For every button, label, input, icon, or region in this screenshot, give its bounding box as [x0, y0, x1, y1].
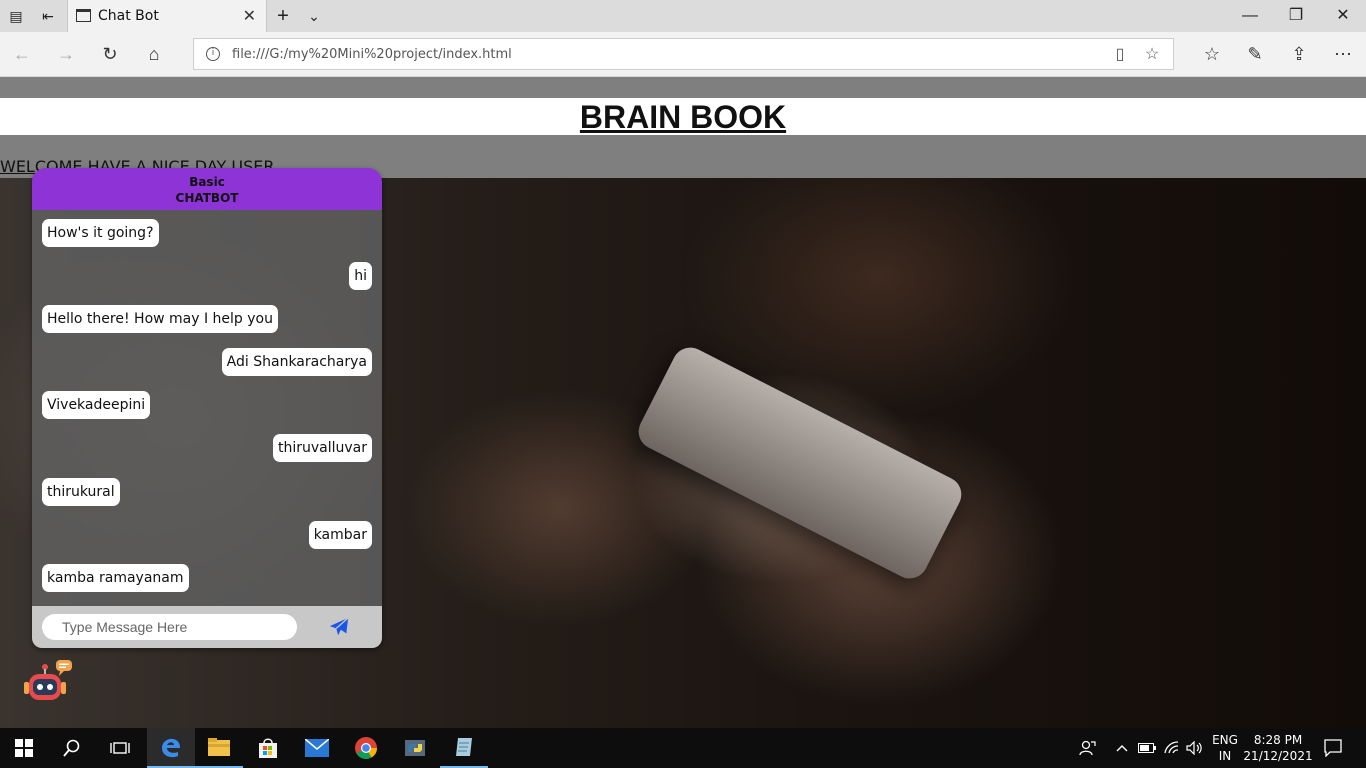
notes-pen-icon[interactable]: ✎ — [1243, 42, 1267, 66]
set-tabs-aside-icon[interactable]: ⇤ — [40, 8, 56, 24]
reading-view-icon[interactable]: ▯ — [1110, 45, 1130, 65]
chevron-down-icon[interactable]: ⌄ — [306, 8, 322, 24]
mail-icon[interactable] — [293, 728, 341, 768]
forward-icon[interactable]: → — [54, 42, 78, 66]
favorites-icon[interactable]: ☆ — [1200, 42, 1224, 66]
page-icon — [76, 9, 91, 22]
send-icon[interactable] — [328, 616, 350, 638]
language-indicator[interactable]: ENG IN — [1208, 728, 1242, 768]
page-title: BRAIN BOOK — [579, 99, 787, 135]
chat-messages[interactable]: How's it going? hi Hello there! How may … — [32, 210, 382, 606]
robot-icon[interactable] — [22, 657, 74, 705]
address-text[interactable]: file:///G:/my%20Mini%20project/index.htm… — [232, 47, 512, 62]
info-icon[interactable]: i — [206, 47, 220, 61]
bot-message: kamba ramayanam — [42, 564, 189, 592]
people-icon[interactable] — [1076, 728, 1100, 768]
user-message: kambar — [308, 521, 372, 549]
phone-in-hands-image — [632, 341, 968, 585]
home-icon[interactable]: ⌂ — [142, 42, 166, 66]
restore-button[interactable]: ❐ — [1273, 4, 1319, 28]
chevron-up-icon[interactable] — [1112, 728, 1132, 768]
battery-icon[interactable] — [1137, 728, 1157, 768]
clock[interactable]: 8:28 PM 21/12/2021 — [1243, 728, 1313, 768]
clock-time: 8:28 PM — [1253, 733, 1303, 747]
task-view-icon[interactable] — [96, 728, 144, 768]
edge-browser-icon[interactable] — [147, 728, 195, 768]
chatbot-header: Basic CHATBOT — [32, 168, 382, 210]
title-banner: BRAIN BOOK — [0, 98, 1366, 135]
more-icon[interactable]: ⋯ — [1331, 42, 1355, 66]
web-page: BRAIN BOOK WELCOME HAVE A NICE DAY USER … — [0, 77, 1366, 728]
address-bar[interactable]: i file:///G:/my%20Mini%20project/index.h… — [193, 38, 1174, 70]
bot-message: How's it going? — [42, 219, 159, 247]
user-message: thiruvalluvar — [272, 434, 372, 462]
chat-input-bar — [32, 606, 382, 648]
close-window-button[interactable]: ✕ — [1320, 4, 1366, 28]
share-icon[interactable]: ⇪ — [1287, 42, 1311, 66]
chrome-icon[interactable] — [342, 728, 390, 768]
store-icon[interactable] — [244, 728, 292, 768]
volume-icon[interactable] — [1184, 728, 1206, 768]
language-code: ENG — [1212, 733, 1238, 747]
file-explorer-icon[interactable] — [195, 728, 243, 768]
wifi-icon[interactable] — [1162, 728, 1182, 768]
refresh-icon[interactable]: ↻ — [98, 42, 122, 66]
tab-bar: ▤ ⇤ Chat Bot ✕ + ⌄ — ❐ ✕ — [0, 0, 1366, 32]
search-icon[interactable] — [48, 728, 96, 768]
chatbot-header-line1: Basic — [189, 175, 225, 189]
message-input[interactable] — [42, 614, 297, 640]
chatbot-header-line2: CHATBOT — [175, 191, 239, 205]
python-icon[interactable] — [391, 728, 439, 768]
taskbar: ENG IN 8:28 PM 21/12/2021 — [0, 728, 1366, 768]
user-message: hi — [349, 262, 372, 290]
minimize-button[interactable]: — — [1227, 4, 1273, 28]
new-tab-icon[interactable]: + — [275, 6, 291, 26]
navigation-bar: ← → ↻ ⌂ i file:///G:/my%20Mini%20project… — [0, 32, 1366, 77]
close-tab-icon[interactable]: ✕ — [243, 6, 256, 26]
bot-message: Vivekadeepini — [42, 391, 151, 419]
region-code: IN — [1218, 749, 1232, 763]
clock-date: 21/12/2021 — [1243, 749, 1313, 763]
user-message: Adi Shankaracharya — [221, 348, 372, 376]
chatbot-window: Basic CHATBOT How's it going? hi Hello t… — [32, 168, 382, 648]
windows-start-icon[interactable] — [0, 728, 48, 768]
favorite-star-icon[interactable]: ☆ — [1142, 45, 1162, 65]
notifications-icon[interactable] — [1318, 728, 1348, 768]
browser-tab[interactable]: Chat Bot ✕ — [67, 0, 267, 32]
bot-message: thirukural — [42, 478, 120, 506]
tab-title: Chat Bot — [98, 8, 159, 24]
notepad-icon[interactable] — [440, 728, 488, 768]
bot-message: Hello there! How may I help you — [42, 305, 278, 333]
tab-actions-icon[interactable]: ▤ — [8, 8, 24, 24]
back-icon[interactable]: ← — [10, 42, 34, 66]
